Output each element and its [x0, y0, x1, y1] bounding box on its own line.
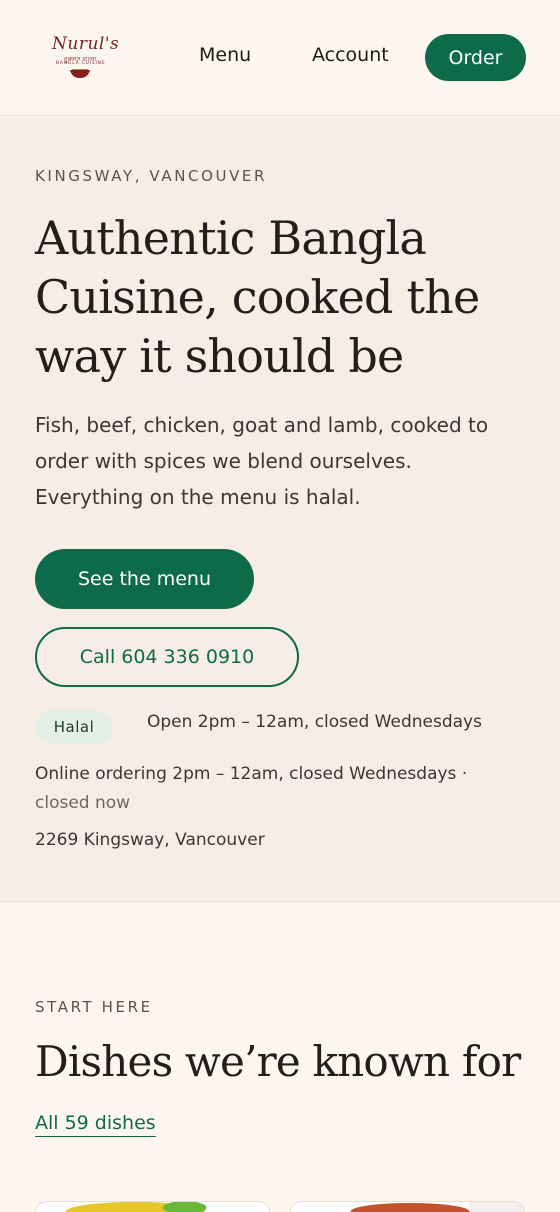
opening-hours: Open 2pm – 12am, closed Wednesdays	[147, 712, 482, 732]
online-status: closed now	[35, 793, 131, 813]
nav-account-link[interactable]: Account	[312, 44, 389, 66]
site-header: Nurul's নুরুলস বাংলা BANGLA CUISINE Menu…	[0, 0, 560, 116]
nav-menu-link[interactable]: Menu	[199, 44, 251, 66]
hero-title: Authentic Bangla Cuisine, cooked the way…	[35, 211, 480, 383]
online-ordering-info: Online ordering 2pm – 12am, closed Wedne…	[35, 760, 505, 818]
halal-badge: Halal	[35, 710, 113, 744]
order-button[interactable]: Order	[425, 34, 526, 81]
dish-image	[36, 1202, 269, 1212]
logo-subtitle: BANGLA CUISINE	[56, 61, 106, 66]
bowl-icon	[70, 69, 90, 78]
hero-eyebrow: KINGSWAY, VANCOUVER	[35, 167, 268, 185]
logo[interactable]: Nurul's নুরুলস বাংলা BANGLA CUISINE	[50, 34, 119, 84]
dish-card[interactable]	[290, 1201, 525, 1212]
hero-description: Fish, beef, chicken, goat and lamb, cook…	[35, 413, 489, 509]
address: 2269 Kingsway, Vancouver	[35, 830, 265, 850]
featured-eyebrow: START HERE	[35, 998, 153, 1016]
call-button[interactable]: Call 604 336 0910	[35, 627, 299, 687]
hero-section: KINGSWAY, VANCOUVER Authentic Bangla Cui…	[0, 117, 560, 902]
logo-script-text: Nurul's	[52, 34, 120, 54]
online-ordering-hours: Online ordering 2pm – 12am, closed Wedne…	[35, 764, 468, 784]
see-menu-button[interactable]: See the menu	[35, 549, 254, 609]
featured-title: Dishes we’re known for	[35, 1037, 521, 1086]
dish-card[interactable]	[35, 1201, 270, 1212]
all-dishes-link[interactable]: All 59 dishes	[35, 1112, 156, 1137]
dish-image	[291, 1202, 524, 1212]
